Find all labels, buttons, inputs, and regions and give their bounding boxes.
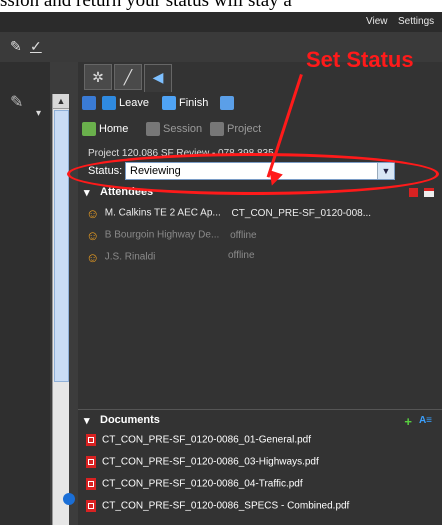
- pen-icon[interactable]: ✎: [10, 92, 23, 112]
- home-button[interactable]: Home: [82, 122, 128, 136]
- finish-label: Finish: [179, 96, 209, 109]
- pdf-icon: [86, 478, 96, 490]
- studio-nav: Home Session Project: [78, 120, 442, 140]
- attendee-row[interactable]: ☺ M. Calkins TE 2 AEC Ap... CT_CON_PRE-S…: [86, 206, 436, 226]
- documents-divider: [78, 409, 442, 410]
- session-icon: [146, 122, 160, 136]
- attendee-status: offline: [230, 229, 257, 241]
- sync-icon: [220, 96, 234, 110]
- page-caption: ssion and return your status will stay a: [0, 0, 292, 11]
- person-icon: ☺: [86, 228, 100, 243]
- attendee-name: B Bourgoin Highway De...: [104, 229, 220, 241]
- document-name: CT_CON_PRE-SF_0120-0086_03-Highways.pdf: [102, 456, 319, 468]
- scroll-thumb[interactable]: [54, 110, 69, 382]
- attendee-name: J.S. Rinaldi: [104, 251, 156, 263]
- join-button[interactable]: [82, 96, 99, 110]
- add-icon[interactable]: +: [404, 414, 412, 429]
- pdf-icon: [86, 456, 96, 468]
- collapse-icon: ▾: [84, 415, 90, 427]
- left-canvas: ✎: [0, 62, 50, 525]
- pdf-icon: [86, 500, 96, 512]
- tab-studio[interactable]: ◀: [144, 64, 172, 92]
- document-name: CT_CON_PRE-SF_0120-0086_01-General.pdf: [102, 434, 311, 446]
- sidebar-marker-icon[interactable]: [63, 493, 75, 505]
- tab-measure[interactable]: ╱: [114, 64, 142, 90]
- vertical-scrollbar[interactable]: ▲: [52, 94, 69, 525]
- gear-icon: ✲: [92, 69, 104, 85]
- document-name: CT_CON_PRE-SF_0120-0086_SPECS - Combined…: [102, 500, 350, 512]
- lock-icon[interactable]: [409, 188, 418, 197]
- sync-button[interactable]: [220, 96, 237, 110]
- person-icon: ☺: [86, 250, 100, 265]
- session-button[interactable]: Session: [146, 122, 202, 136]
- finish-button[interactable]: Finish: [162, 96, 208, 110]
- status-highlight-ellipse: [67, 153, 439, 195]
- leave-icon: [102, 96, 116, 110]
- project-icon: [210, 122, 224, 136]
- markup-tool-icon[interactable]: ✎: [10, 38, 22, 55]
- leave-label: Leave: [119, 96, 149, 109]
- menu-view[interactable]: View: [366, 16, 388, 27]
- document-item[interactable]: CT_CON_PRE-SF_0120-0086_04-Traffic.pdf: [86, 478, 436, 498]
- finish-icon: [162, 96, 176, 110]
- person-icon: ☺: [86, 206, 100, 221]
- menu-bar: View Settings: [0, 12, 442, 32]
- attendee-status: CT_CON_PRE-SF_0120-008...: [231, 207, 372, 219]
- checkmark-tool-icon[interactable]: ✓: [30, 38, 42, 55]
- document-name: CT_CON_PRE-SF_0120-0086_04-Traffic.pdf: [102, 478, 303, 490]
- leave-button[interactable]: Leave: [102, 96, 149, 110]
- home-label: Home: [99, 122, 129, 135]
- attendee-row[interactable]: ☺ J.S. Rinaldi offline: [86, 250, 436, 270]
- megaphone-icon: ◀: [152, 69, 164, 85]
- studio-panel: ✲ ╱ ◀ Leave Finish Home Session Project: [78, 62, 442, 525]
- documents-header[interactable]: ▾ Documents + A≡: [78, 414, 442, 430]
- ruler-icon: ╱: [123, 69, 133, 85]
- pdf-icon: [86, 434, 96, 446]
- sort-icon[interactable]: A≡: [419, 415, 432, 426]
- session-actions: Leave Finish: [78, 94, 442, 114]
- scroll-up-icon[interactable]: ▲: [53, 94, 69, 109]
- document-item[interactable]: CT_CON_PRE-SF_0120-0086_03-Highways.pdf: [86, 456, 436, 476]
- document-item[interactable]: CT_CON_PRE-SF_0120-0086_SPECS - Combined…: [86, 500, 436, 520]
- home-icon: [82, 122, 96, 136]
- attendee-status: offline: [228, 250, 255, 261]
- pin-icon[interactable]: ▾: [36, 108, 41, 119]
- project-button[interactable]: Project: [210, 122, 261, 136]
- collapse-icon: ▾: [84, 187, 90, 199]
- tab-settings[interactable]: ✲: [84, 64, 112, 90]
- set-status-annotation: Set Status: [306, 47, 414, 72]
- session-label: Session: [163, 122, 203, 135]
- menu-settings[interactable]: Settings: [398, 16, 434, 27]
- join-icon: [82, 96, 96, 110]
- document-item[interactable]: CT_CON_PRE-SF_0120-0086_01-General.pdf: [86, 434, 436, 454]
- project-label: Project: [227, 122, 262, 135]
- attendee-name: M. Calkins TE 2 AEC Ap...: [104, 207, 221, 219]
- flag-icon[interactable]: [424, 188, 434, 197]
- attendee-row[interactable]: ☺ B Bourgoin Highway De... offline: [86, 228, 436, 248]
- documents-title: Documents: [100, 414, 160, 426]
